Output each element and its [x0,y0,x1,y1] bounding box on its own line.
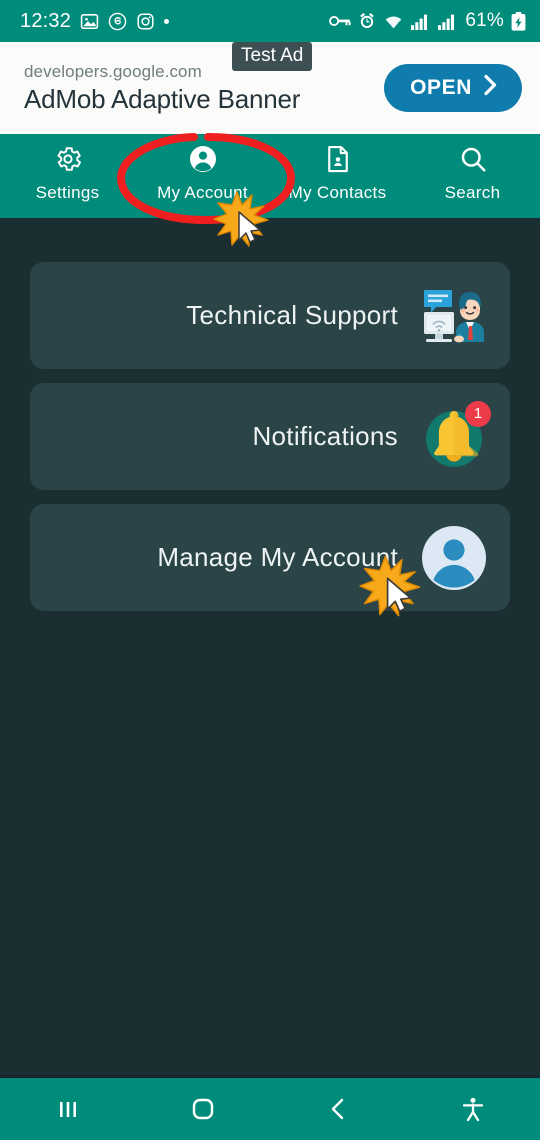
phone-screen: 12:32 61% developers.google.com AdMob Ad… [0,0,540,1140]
wifi-icon [383,13,404,30]
battery-charging-icon [511,11,526,31]
contact-card-icon [323,144,353,174]
tab-my-account-label: My Account [157,183,248,202]
signal-icon [411,13,431,30]
signal-icon-2 [438,13,458,30]
account-circle-icon [188,144,218,174]
card-manage-my-account-label: Manage My Account [157,542,398,572]
tab-my-contacts[interactable]: My Contacts [270,134,405,203]
tab-settings[interactable]: Settings [0,134,135,203]
card-technical-support[interactable]: Technical Support [30,262,510,369]
top-tab-bar: Settings My Account My Contacts Search [0,134,540,218]
dot-indicator [164,18,170,24]
photos-icon [80,12,99,31]
bell-icon: 1 [420,400,491,471]
system-nav-bar [0,1078,540,1140]
home-icon[interactable] [135,1093,270,1125]
chevron-right-icon [483,74,498,102]
ad-open-label: OPEN [410,76,472,99]
status-time: 12:32 [20,9,72,32]
card-notifications[interactable]: Notifications 1 [30,383,510,490]
status-bar-right: 61% [329,10,526,32]
threads-icon [108,12,127,31]
alarm-icon [358,12,376,30]
tab-search-label: Search [444,183,501,202]
card-notifications-label: Notifications [252,421,398,451]
accessibility-icon[interactable] [405,1094,540,1124]
card-manage-my-account[interactable]: Manage My Account [30,504,510,611]
ad-open-button[interactable]: OPEN [384,64,522,112]
gear-icon [53,144,83,174]
search-icon [458,144,488,174]
tab-settings-label: Settings [35,183,100,202]
tab-my-contacts-label: My Contacts [288,183,387,202]
status-bar-left: 12:32 [20,9,170,33]
ad-title: AdMob Adaptive Banner [24,83,301,114]
recents-icon[interactable] [0,1094,135,1124]
instagram-icon [136,12,155,31]
avatar-icon [420,524,488,592]
battery-percent: 61% [465,10,504,31]
notification-badge: 1 [465,400,491,427]
back-icon[interactable] [270,1094,405,1124]
card-technical-support-label: Technical Support [186,300,398,330]
menu-card-list: Technical Support Notifications 1 Manage… [0,218,540,625]
support-agent-illustration [420,282,488,350]
status-bar: 12:32 61% [0,0,540,42]
test-ad-badge: Test Ad [232,42,313,71]
tab-search[interactable]: Search [405,134,540,203]
vpn-key-icon [329,13,352,29]
tab-my-account[interactable]: My Account [135,134,270,203]
